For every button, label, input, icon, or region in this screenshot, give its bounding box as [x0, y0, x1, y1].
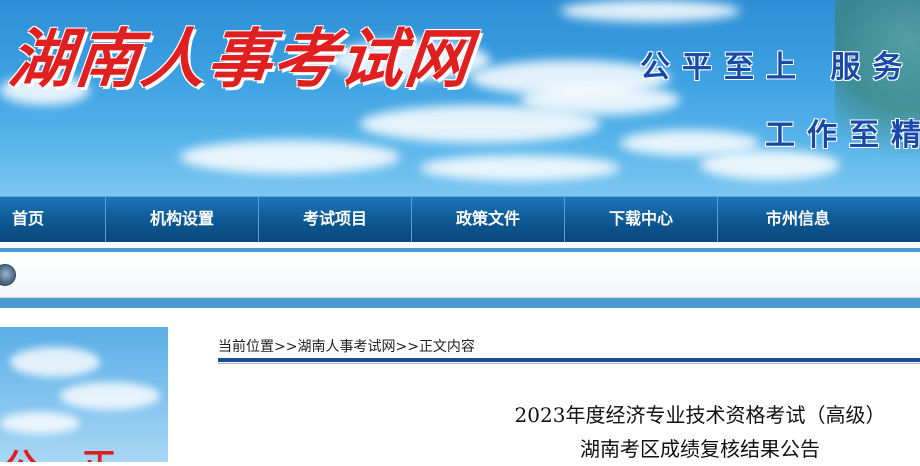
- nav-item-city-info[interactable]: 市州信息: [718, 197, 878, 243]
- notice-bar-top-border: [0, 242, 920, 252]
- article-title-line-1: 2023年度经济专业技术资格考试（高级）: [514, 403, 886, 427]
- nav-item-downloads[interactable]: 下载中心: [565, 197, 718, 243]
- slogan-line-2: 工作至精: [765, 118, 920, 153]
- site-banner: 湖南人事考试网 公平至上 服务 工作至精: [0, 0, 920, 196]
- main-nav: 首页 机构设置 考试项目 政策文件 下载中心 市州信息: [0, 196, 920, 243]
- breadcrumb-separator: >>: [274, 339, 298, 355]
- speaker-icon: [0, 264, 16, 286]
- breadcrumb-home-link[interactable]: 湖南人事考试网: [297, 339, 395, 355]
- slogan-line-1: 公平至上 服务: [640, 50, 915, 85]
- nav-item-exams[interactable]: 考试项目: [259, 197, 412, 243]
- breadcrumb-divider: [218, 358, 920, 362]
- article-title-line-2: 湖南考区成绩复核结果公告: [580, 437, 820, 461]
- nav-item-organization[interactable]: 机构设置: [106, 197, 259, 243]
- tree-decoration: [835, 0, 920, 196]
- breadcrumb-current: 正文内容: [418, 339, 475, 355]
- site-title: 湖南人事考试网: [5, 22, 476, 97]
- breadcrumb: 当前位置>>湖南人事考试网>>正文内容: [218, 336, 920, 358]
- breadcrumb-prefix: 当前位置: [218, 339, 274, 355]
- nav-item-home[interactable]: 首页: [0, 197, 106, 243]
- breadcrumb-divider-thin: [218, 363, 920, 364]
- notice-bar: [0, 252, 920, 298]
- sidebar-image-text: 公 正: [4, 439, 132, 462]
- breadcrumb-separator: >>: [395, 339, 419, 355]
- sidebar-banner-image: 公 正: [0, 327, 168, 462]
- article-title: 2023年度经济专业技术资格考试（高级） 湖南考区成绩复核结果公告: [430, 398, 920, 466]
- nav-item-policies[interactable]: 政策文件: [412, 197, 565, 243]
- notice-bar-bottom-border: [0, 298, 920, 308]
